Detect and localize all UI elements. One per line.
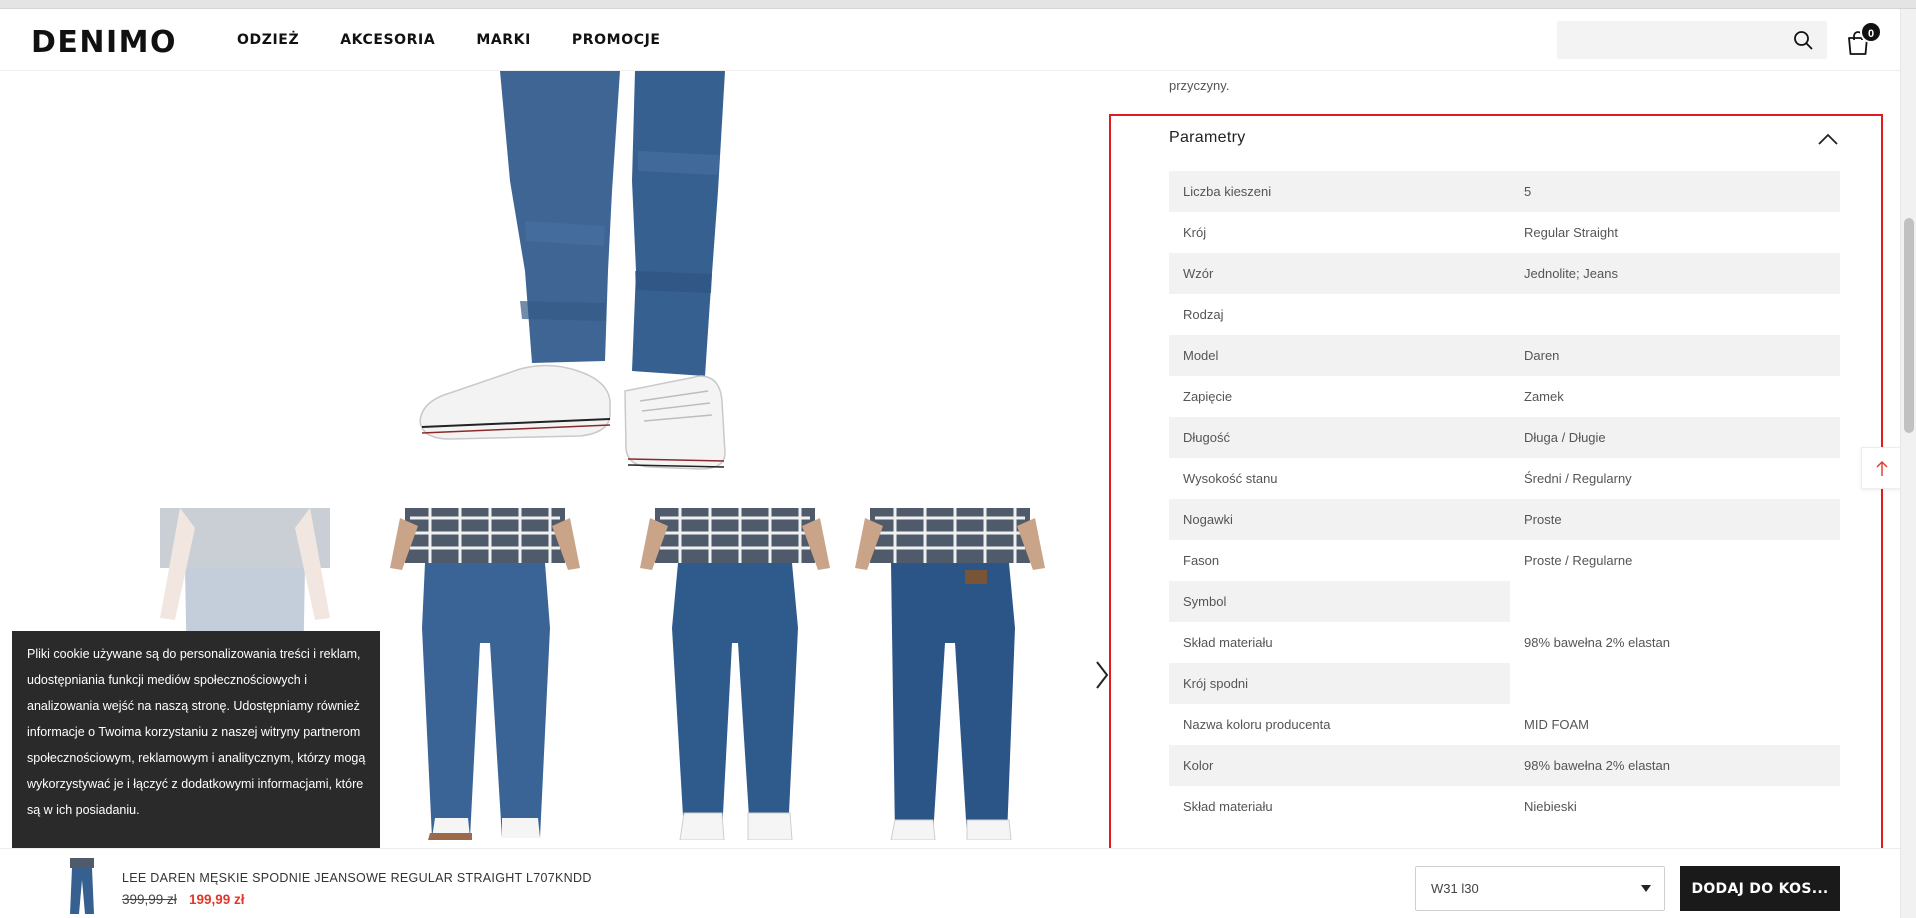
sticky-product-name: LEE DAREN MĘSKIE SPODNIE JEANSOWE REGULA… [122,871,592,885]
table-row: Krój spodni [1169,663,1840,704]
new-price: 199,99 zł [189,892,245,907]
nav-item-odziez[interactable]: ODZIEŻ [237,32,299,48]
table-row: Długość Długa / Długie [1169,417,1840,458]
param-value: Daren [1510,335,1840,376]
param-label: Nogawki [1169,499,1510,540]
site-logo[interactable]: DENIMO [31,25,177,60]
param-label: Symbol [1169,581,1510,622]
old-price: 399,99 zł [122,892,177,907]
cookie-banner: Pliki cookie używane są do personalizowa… [12,631,380,848]
thumbnail-2[interactable] [390,508,580,840]
page-scrollbar[interactable] [1900,9,1916,918]
param-label: Długość [1169,417,1510,458]
search-icon[interactable] [1793,30,1813,50]
table-row: Fason Proste / Regularne [1169,540,1840,581]
size-select-value: W31 l30 [1431,881,1479,896]
site-header: DENIMO ODZIEŻ AKCESORIA MARKI PROMOCJE 0 [0,9,1900,71]
product-thumbnail[interactable] [64,858,100,916]
param-label: Skład materiału [1183,635,1273,650]
param-value: 98% bawełna 2% elastan [1524,635,1670,650]
main-nav: ODZIEŻ AKCESORIA MARKI PROMOCJE [237,32,702,48]
param-value: 98% bawełna 2% elastan [1510,745,1840,786]
parameters-table: Liczba kieszeni 5 Krój Regular Straight … [1169,171,1840,827]
chevron-up-icon[interactable] [1816,131,1840,147]
table-row: Kolor 98% bawełna 2% elastan [1169,745,1840,786]
param-label: Kolor [1169,745,1510,786]
browser-top-strip [0,0,1916,9]
param-value: Jednolite; Jeans [1510,253,1840,294]
parameters-title[interactable]: Parametry [1169,129,1246,147]
param-label: Liczba kieszeni [1169,171,1510,212]
table-row: Liczba kieszeni 5 [1169,171,1840,212]
param-value [1510,294,1840,335]
param-value: Długa / Długie [1510,417,1840,458]
scrollbar-thumb[interactable] [1904,218,1914,433]
param-label: Zapięcie [1183,389,1233,404]
param-label: Skład materiału [1183,799,1273,814]
table-row: Nogawki Proste [1169,499,1840,540]
add-to-cart-button[interactable]: DODAJ DO KOS... [1680,866,1840,911]
param-value: 5 [1510,171,1840,212]
param-label: Krój spodni [1169,663,1510,704]
param-value: Niebieski [1524,799,1577,814]
cart-count-badge: 0 [1860,21,1882,43]
caret-down-icon [1641,885,1651,892]
arrow-up-icon [1876,461,1888,476]
table-row: Model Daren [1169,335,1840,376]
scroll-to-top-button[interactable] [1861,447,1901,489]
param-label: Model [1169,335,1510,376]
param-value: Średni / Regularny [1524,471,1632,486]
table-row: Skład materiału 98% bawełna 2% elastan [1169,622,1840,663]
table-row: Zapięcie Zamek [1169,376,1840,417]
param-value: Zamek [1524,389,1564,404]
nav-item-promocje[interactable]: PROMOCJE [572,32,661,48]
nav-item-marki[interactable]: MARKI [476,32,531,48]
cookie-text: Pliki cookie używane są do personalizowa… [27,647,366,817]
nav-item-akcesoria[interactable]: AKCESORIA [340,32,435,48]
param-label: Wzór [1169,253,1510,294]
size-select[interactable]: W31 l30 [1415,866,1665,911]
param-label: Nazwa koloru producenta [1183,717,1331,732]
thumbnail-3[interactable] [640,508,830,840]
param-value [1510,581,1840,622]
search-box [1557,21,1827,59]
table-row: Symbol [1169,581,1840,622]
product-main-image[interactable] [360,71,800,485]
table-row: Wysokość stanu Średni / Regularny [1169,458,1840,499]
search-input[interactable] [1557,21,1777,59]
thumbnail-4[interactable] [855,508,1045,840]
param-value: Regular Straight [1524,225,1618,240]
table-row: Rodzaj [1169,294,1840,335]
cart-button[interactable]: 0 [1846,21,1882,56]
param-value: Proste / Regularne [1524,553,1633,568]
param-value: Proste [1510,499,1840,540]
table-row: Nazwa koloru producenta MID FOAM [1169,704,1840,745]
sticky-add-to-cart-bar: LEE DAREN MĘSKIE SPODNIE JEANSOWE REGULA… [0,848,1900,918]
param-value: MID FOAM [1524,717,1589,732]
description-fragment: przyczyny. [1169,78,1230,93]
table-row: Wzór Jednolite; Jeans [1169,253,1840,294]
param-label: Wysokość stanu [1183,471,1278,486]
param-label: Fason [1183,553,1220,568]
param-label: Krój [1183,225,1207,240]
table-row: Krój Regular Straight [1169,212,1840,253]
table-row: Skład materiału Niebieski [1169,786,1840,827]
param-value [1510,663,1840,704]
param-label: Rodzaj [1183,307,1224,322]
